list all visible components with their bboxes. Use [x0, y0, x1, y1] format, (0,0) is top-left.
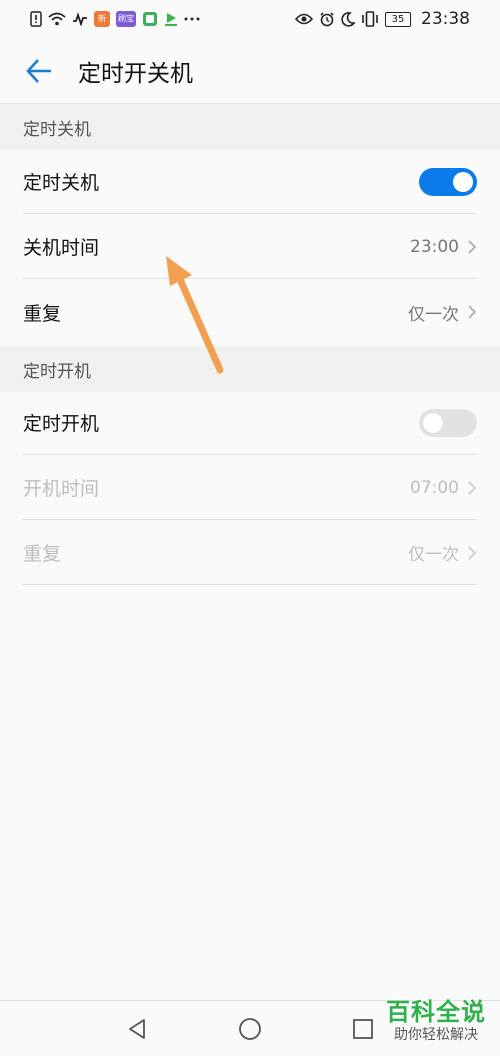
status-time: 23:38: [421, 9, 470, 29]
chevron-right-icon: [468, 305, 477, 319]
startup-toggle-row[interactable]: 定时开机: [23, 391, 477, 455]
shutdown-repeat-label: 重复: [23, 302, 62, 325]
app-bar: 定时开关机: [0, 38, 500, 104]
startup-section-header: 定时开机: [0, 346, 500, 392]
shutdown-time-label: 关机时间: [23, 237, 100, 259]
vibrate-icon: [361, 11, 379, 27]
startup-repeat-label: 重复: [23, 543, 62, 565]
app-icon: 刷宝: [116, 11, 136, 27]
startup-repeat-value: 仅一次: [408, 545, 459, 565]
page: 新 刷宝 35 23:38 定时开关机 定时关机 定时关机 关机时间 23:00…: [0, 0, 500, 1056]
shutdown-time-row[interactable]: 关机时间 23:00: [23, 215, 477, 279]
eye-icon: [295, 13, 313, 25]
status-bar-left: 新 刷宝: [30, 11, 200, 27]
status-bar-right: 35 23:38: [295, 9, 470, 29]
arrow-left-icon: [26, 58, 51, 83]
navigation-bar: [0, 1000, 500, 1056]
shutdown-repeat-value: 仅一次: [408, 304, 459, 325]
startup-time-value-group: 07:00: [410, 478, 477, 498]
chevron-right-icon: [468, 480, 477, 495]
shutdown-toggle-row[interactable]: 定时关机: [23, 150, 477, 214]
chevron-right-icon: [468, 239, 477, 254]
activity-icon: [72, 12, 88, 26]
back-button[interactable]: [0, 38, 78, 104]
toggle-knob: [453, 171, 473, 192]
shutdown-repeat-value-group: 仅一次: [408, 300, 477, 325]
startup-time-value: 07:00: [410, 477, 459, 498]
nav-recents-button[interactable]: [343, 1009, 383, 1049]
shutdown-repeat-row[interactable]: 重复 仅一次: [23, 280, 477, 344]
back-triangle-icon: [128, 1018, 145, 1039]
startup-time-label: 开机时间: [23, 478, 100, 500]
more-icon: [184, 16, 200, 22]
chevron-right-icon: [468, 545, 477, 560]
shutdown-section-header: 定时关机: [0, 104, 500, 150]
status-bar: 新 刷宝 35 23:38: [0, 0, 500, 38]
startup-toggle-label: 定时开机: [23, 413, 100, 435]
startup-repeat-value-group: 仅一次: [408, 540, 477, 565]
shutdown-toggle-switch[interactable]: [419, 167, 477, 196]
home-circle-icon: [239, 1017, 261, 1040]
alarm-icon: [319, 11, 335, 27]
page-title: 定时开关机: [78, 60, 193, 87]
video-app-icon: [164, 11, 178, 27]
startup-repeat-row[interactable]: 重复 仅一次: [23, 521, 477, 585]
shutdown-time-value-group: 23:00: [410, 237, 477, 257]
nav-back-button[interactable]: [117, 1009, 157, 1049]
notification-icon: [30, 11, 42, 27]
shutdown-time-value: 23:00: [410, 236, 459, 257]
toggle-knob: [423, 412, 443, 433]
app-icon: [142, 11, 158, 27]
app-icon: 新: [94, 11, 110, 27]
startup-time-row[interactable]: 开机时间 07:00: [23, 456, 477, 520]
battery-icon: 35: [385, 11, 411, 27]
shutdown-toggle-label: 定时关机: [23, 172, 100, 194]
startup-toggle-switch[interactable]: [419, 408, 477, 437]
nav-home-button[interactable]: [230, 1009, 270, 1049]
moon-icon: [341, 11, 355, 27]
recents-square-icon: [353, 1018, 374, 1039]
wifi-icon: [48, 12, 66, 26]
